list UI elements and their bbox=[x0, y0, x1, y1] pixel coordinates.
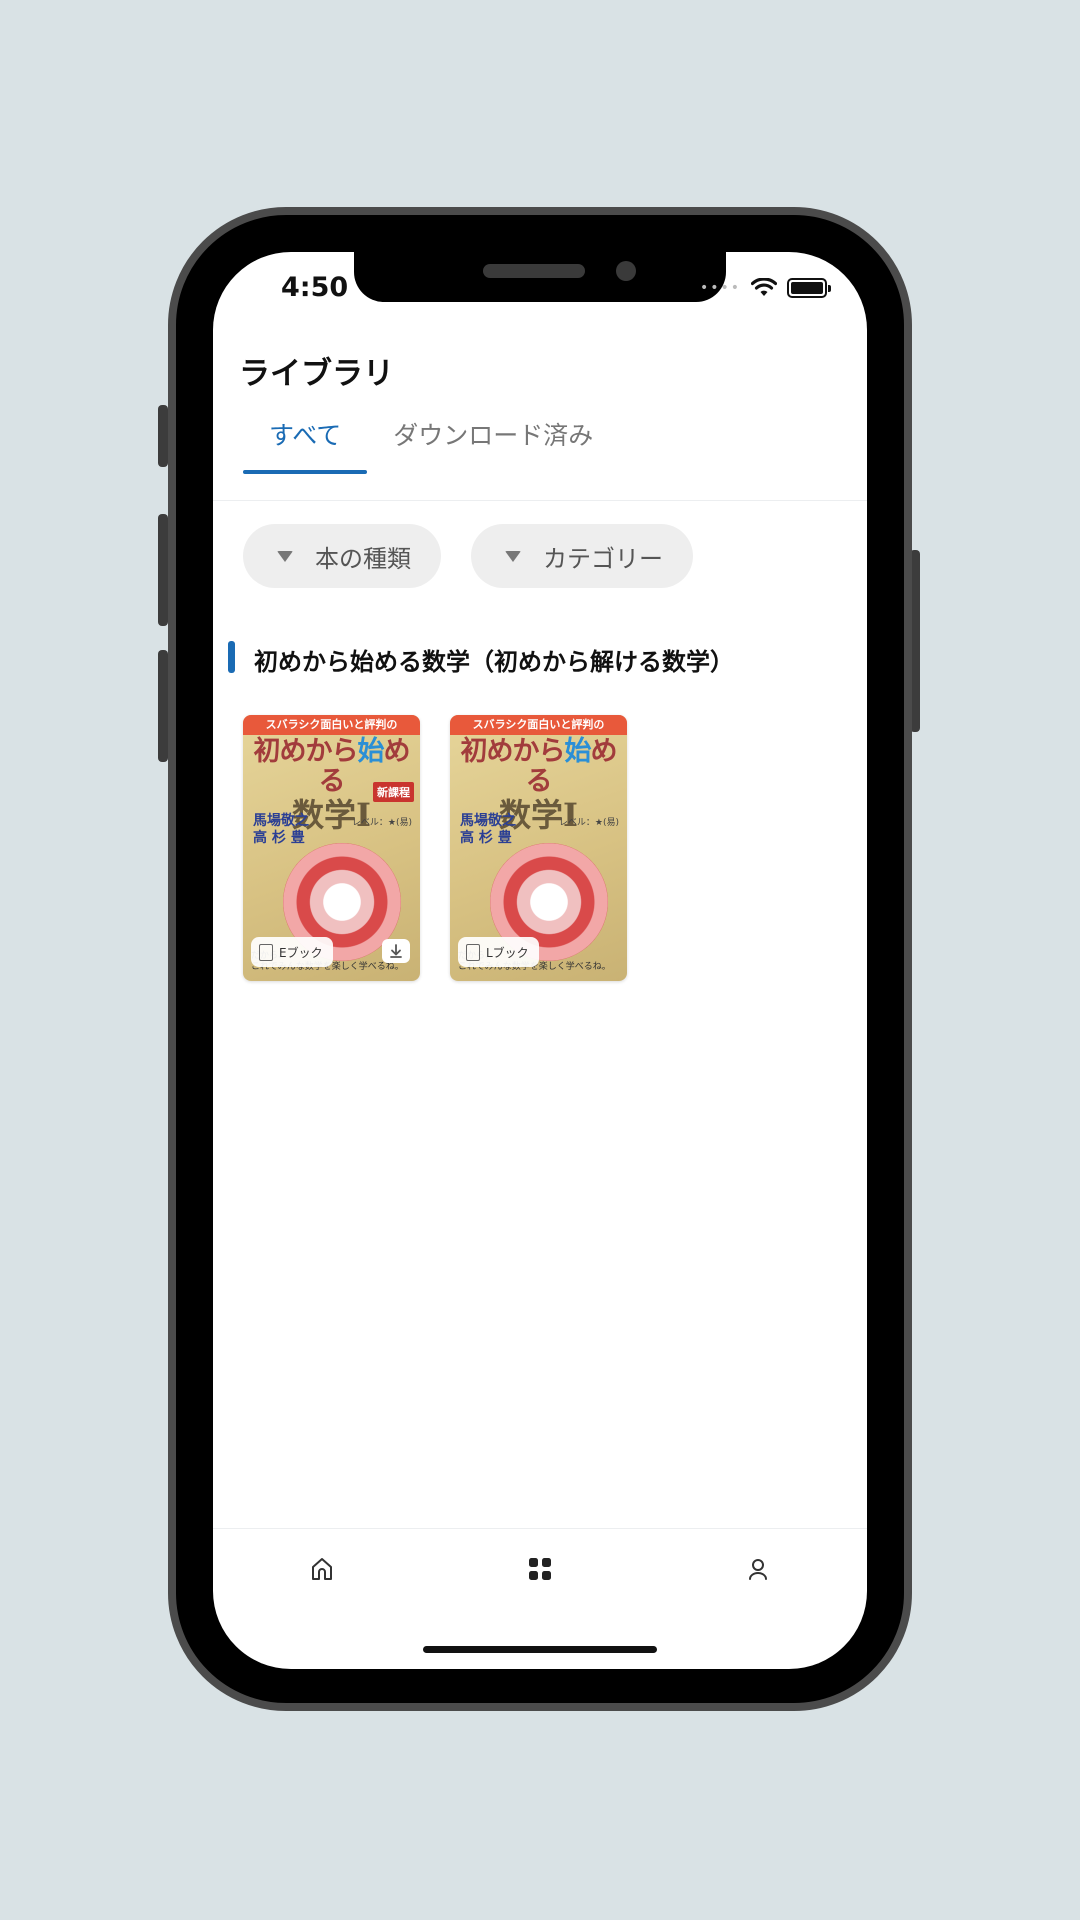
category-filter[interactable]: カテゴリー bbox=[471, 524, 693, 588]
book-level: レベル：★(易) bbox=[558, 818, 619, 828]
new-curriculum-tag: 新課程 bbox=[373, 782, 414, 802]
tab-downloaded[interactable]: ダウンロード済み bbox=[367, 418, 619, 474]
download-icon bbox=[390, 944, 402, 958]
download-button[interactable] bbox=[382, 939, 410, 963]
book-authors: 馬場敬之高 杉 豊 bbox=[253, 813, 309, 846]
filter-bar: 本の種類 カテゴリー bbox=[243, 524, 693, 588]
tab-bar: すべて ダウンロード済み bbox=[243, 418, 619, 474]
wifi-icon bbox=[751, 278, 777, 296]
app-screen: 4:50 •••• ライブラリ すべて ダウンロード済み 本の種類 カテゴリー … bbox=[213, 252, 867, 1669]
volume-down-button bbox=[158, 650, 168, 762]
book-authors: 馬場敬之高 杉 豊 bbox=[460, 813, 516, 846]
book-format-label: Lブック bbox=[486, 945, 529, 960]
battery-icon bbox=[787, 278, 831, 298]
tab-all[interactable]: すべて bbox=[243, 418, 368, 474]
section-accent-bar bbox=[228, 641, 235, 673]
person-icon bbox=[749, 1558, 767, 1580]
page-title: ライブラリ bbox=[239, 356, 394, 392]
book-card[interactable]: スバラシク面白いと評判の 初めから始める 数学Ⅰ 馬場敬之高 杉 豊 レベル：★… bbox=[450, 715, 627, 981]
notch bbox=[354, 252, 726, 302]
triangle-down-icon bbox=[277, 550, 293, 562]
book-level: レベル：★(易) bbox=[351, 818, 412, 828]
book-type-filter[interactable]: 本の種類 bbox=[243, 524, 441, 588]
section-title: 初めから始める数学（初めから解ける数学） bbox=[254, 648, 734, 676]
book-format-badge: Lブック bbox=[458, 937, 539, 967]
speaker bbox=[483, 264, 585, 278]
volume-up-button bbox=[158, 514, 168, 626]
grid-icon bbox=[529, 1557, 551, 1580]
book-banner: スバラシク面白いと評判の bbox=[450, 715, 627, 735]
nav-home[interactable] bbox=[292, 1539, 352, 1599]
home-icon bbox=[312, 1557, 332, 1580]
nav-account[interactable] bbox=[728, 1539, 788, 1599]
book-type-filter-label: 本の種類 bbox=[315, 544, 411, 573]
bottom-nav bbox=[213, 1528, 867, 1608]
camera bbox=[616, 261, 636, 281]
document-icon bbox=[259, 943, 273, 961]
book-banner: スバラシク面白いと評判の bbox=[243, 715, 420, 735]
home-indicator bbox=[423, 1646, 657, 1653]
book-title: 初めから始める bbox=[460, 736, 618, 797]
divider bbox=[213, 500, 867, 501]
book-format-badge: Eブック bbox=[251, 937, 333, 967]
nav-library[interactable] bbox=[510, 1539, 570, 1599]
signal-icon: •••• bbox=[699, 280, 741, 296]
status-time: 4:50 bbox=[281, 272, 349, 303]
status-icons: •••• bbox=[699, 278, 831, 298]
book-card[interactable]: スバラシク面白いと評判の 初めから始める 数学Ⅰ 新課程 馬場敬之高 杉 豊 レ… bbox=[243, 715, 420, 981]
document-lock-icon bbox=[466, 943, 480, 961]
category-filter-label: カテゴリー bbox=[543, 544, 663, 573]
triangle-down-icon bbox=[505, 550, 521, 562]
book-format-label: Eブック bbox=[279, 945, 323, 960]
mute-switch bbox=[158, 405, 168, 467]
book-list: スバラシク面白いと評判の 初めから始める 数学Ⅰ 新課程 馬場敬之高 杉 豊 レ… bbox=[243, 715, 627, 981]
